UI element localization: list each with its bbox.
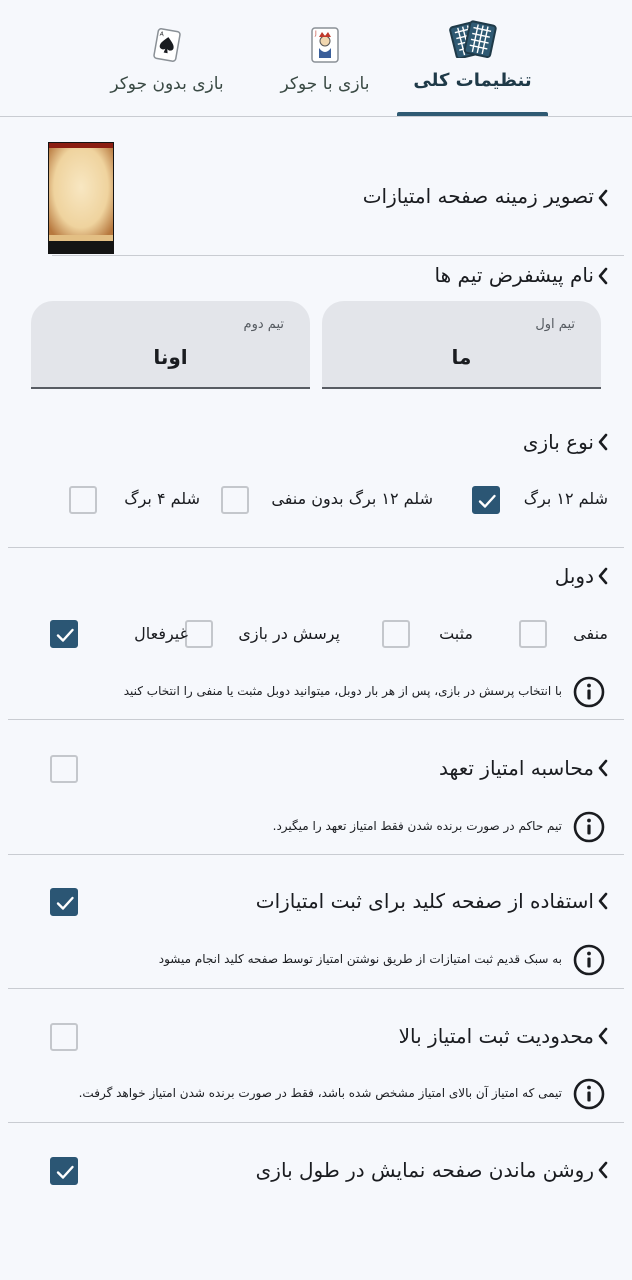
- game-type-12-card-checkbox[interactable]: [472, 486, 500, 514]
- commitment-info-text: تیم حاکم در صورت برنده شدن فقط امتیاز تع…: [272, 819, 562, 833]
- tab-label: بازی با جوکر: [280, 74, 370, 94]
- team-names-title: نام پیشفرض تیم ها: [434, 263, 594, 287]
- ace-of-spades-icon: A: [153, 28, 181, 62]
- tab-divider: [0, 116, 632, 117]
- double-option-label: پرسش در بازی: [238, 624, 340, 643]
- team1-field[interactable]: تیم اول ما: [322, 301, 601, 389]
- divider: [8, 854, 624, 855]
- chevron-left-icon: [596, 1027, 610, 1045]
- keypad-checkbox[interactable]: [50, 888, 78, 916]
- screen-on-title: روشن ماندن صفحه نمایش در طول بازی: [255, 1158, 594, 1182]
- chevron-left-icon: [596, 433, 610, 451]
- check-icon: [477, 491, 497, 511]
- tab-general-settings[interactable]: تنظیمات کلی: [397, 0, 548, 116]
- limit-title: محدودیت ثبت امتیاز بالا: [398, 1024, 594, 1048]
- limit-checkbox[interactable]: [50, 1023, 78, 1051]
- double-negative-checkbox[interactable]: [519, 620, 547, 648]
- chevron-left-icon: [596, 267, 610, 285]
- keypad-info-text: به سبک قدیم ثبت امتیازات از طریق نوشتن ا…: [158, 952, 562, 966]
- background-thumbnail[interactable]: [48, 142, 114, 254]
- double-info-text: با انتخاب پرسش در بازی، پس از هر بار دوب…: [123, 684, 562, 698]
- tab-with-joker[interactable]: J بازی با جوکر: [262, 0, 388, 116]
- team2-field[interactable]: تیم دوم اونا: [31, 301, 310, 389]
- double-ask-in-game-checkbox[interactable]: [185, 620, 213, 648]
- check-icon: [55, 893, 75, 913]
- tab-bar: تنظیمات کلی J بازی با جوکر A بازی بدون ج…: [0, 0, 632, 118]
- playing-cards-icon: [448, 20, 497, 58]
- check-icon: [55, 1162, 75, 1182]
- divider: [8, 719, 624, 720]
- tab-label: بازی بدون جوکر: [110, 74, 224, 94]
- check-icon: [55, 625, 75, 645]
- chevron-left-icon: [596, 567, 610, 585]
- tab-label: تنظیمات کلی: [413, 70, 532, 91]
- tab-without-joker[interactable]: A بازی بدون جوکر: [96, 0, 238, 116]
- info-icon: [573, 676, 605, 708]
- info-icon: [573, 1078, 605, 1110]
- game-type-4-card-checkbox[interactable]: [69, 486, 97, 514]
- chevron-left-icon: [596, 759, 610, 777]
- joker-card-icon: J: [311, 27, 339, 63]
- team1-value[interactable]: ما: [322, 345, 601, 369]
- divider: [52, 255, 624, 256]
- divider: [8, 988, 624, 989]
- game-type-title: نوع بازی: [522, 430, 594, 454]
- chevron-left-icon: [596, 892, 610, 910]
- double-option-label: مثبت: [439, 624, 473, 643]
- divider: [8, 1122, 624, 1123]
- double-option-label: غیرفعال: [134, 624, 188, 643]
- team2-value[interactable]: اونا: [31, 345, 310, 369]
- parchment-image: [48, 142, 114, 254]
- team2-label: تیم دوم: [243, 317, 284, 332]
- game-type-option-label: شلم ۴ برگ: [124, 489, 200, 508]
- game-type-option-label: شلم ۱۲ برگ بدون منفی: [271, 489, 433, 508]
- info-icon: [573, 811, 605, 843]
- double-title: دوبل: [554, 564, 594, 588]
- double-positive-checkbox[interactable]: [382, 620, 410, 648]
- commitment-title: محاسبه امتیاز تعهد: [439, 756, 594, 780]
- chevron-left-icon: [596, 1161, 610, 1179]
- background-setting-title[interactable]: تصویر زمینه صفحه امتیازات: [363, 184, 594, 208]
- limit-info-text: تیمی که امتیاز آن بالای امتیاز مشخص شده …: [78, 1086, 562, 1100]
- double-disabled-checkbox[interactable]: [50, 620, 78, 648]
- double-option-label: منفی: [573, 624, 608, 643]
- game-type-12-card-no-negative-checkbox[interactable]: [221, 486, 249, 514]
- info-icon: [573, 944, 605, 976]
- keypad-title: استفاده از صفحه کلید برای ثبت امتیازات: [255, 889, 594, 913]
- screen-on-checkbox[interactable]: [50, 1157, 78, 1185]
- divider: [8, 547, 624, 548]
- chevron-left-icon: [596, 189, 610, 207]
- game-type-option-label: شلم ۱۲ برگ: [523, 489, 608, 508]
- team1-label: تیم اول: [535, 317, 575, 332]
- svg-text:J: J: [314, 30, 317, 37]
- commitment-checkbox[interactable]: [50, 755, 78, 783]
